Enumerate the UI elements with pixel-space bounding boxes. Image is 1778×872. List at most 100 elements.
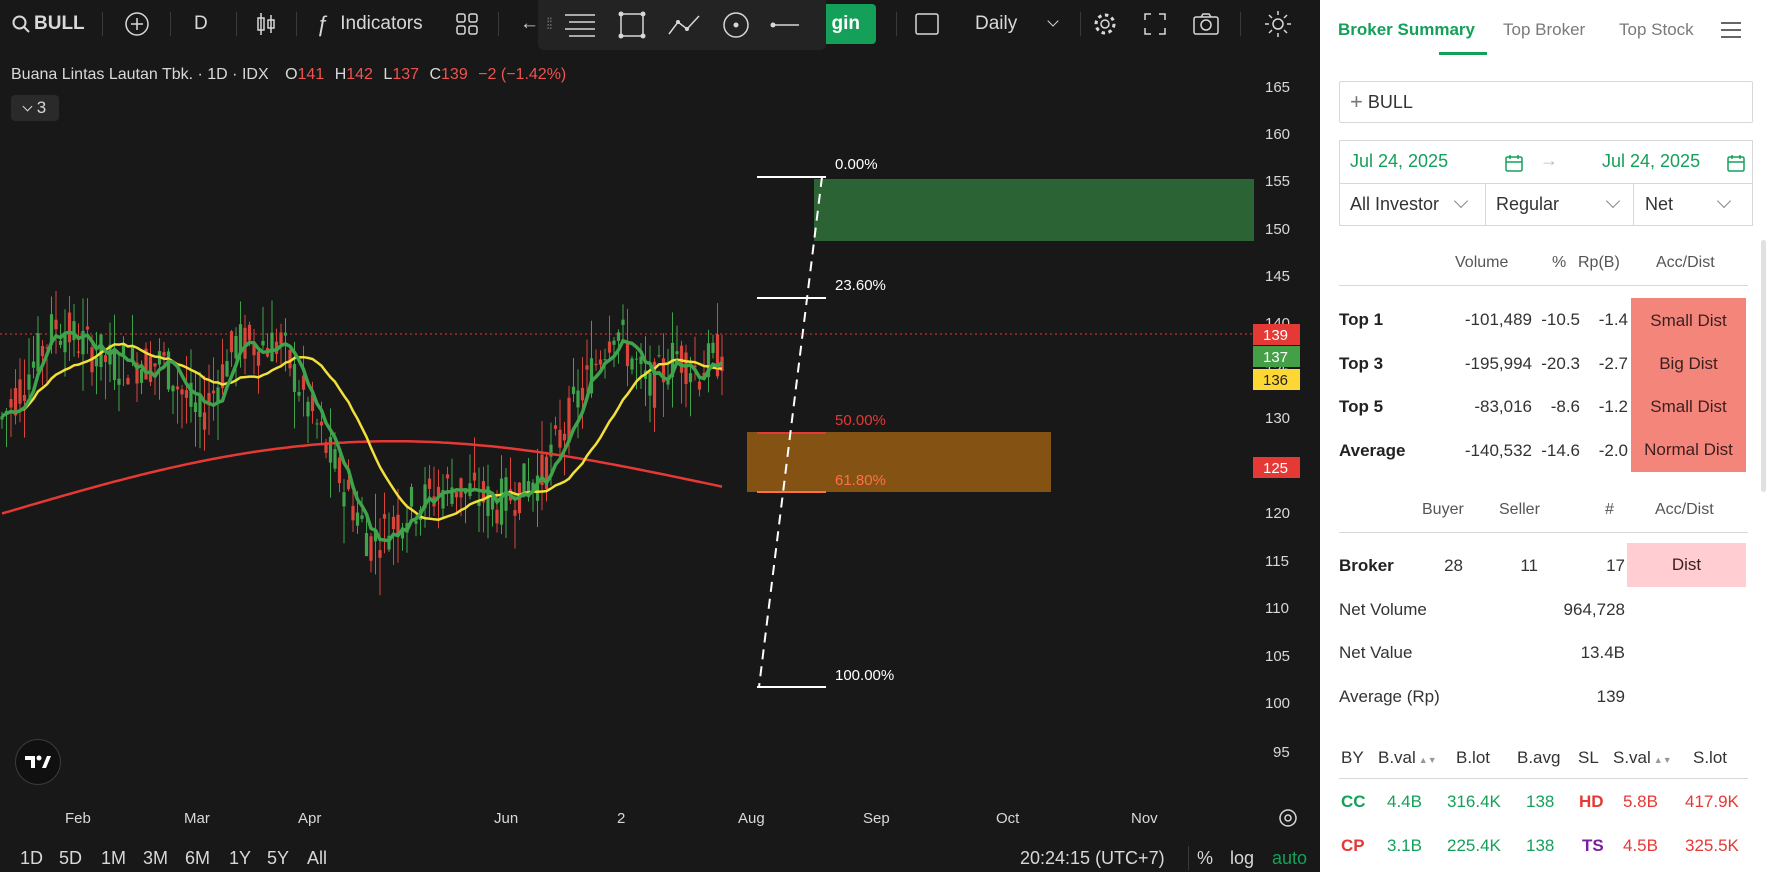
symbol-input[interactable]: + BULL	[1339, 81, 1753, 123]
net-value-value: 13.4B	[1580, 643, 1625, 662]
bottom-bar: 1D 5D 1M 3M 6M 1Y 5Y All 20:24:15 (UTC+7…	[0, 846, 1320, 872]
range-1y[interactable]: 1Y	[229, 848, 251, 869]
range-5d[interactable]: 5D	[59, 848, 82, 869]
divider	[1188, 846, 1189, 870]
col-header-sval[interactable]: S.val ▲▼	[1613, 748, 1672, 768]
tradingview-logo[interactable]	[15, 739, 61, 785]
fib-label-100: 100.00%	[835, 667, 894, 684]
col-header-rp: Rp(B)	[1578, 254, 1620, 271]
date-range-picker: Jul 24, 2025 → Jul 24, 2025	[1339, 140, 1753, 184]
buy-average: 138	[1526, 792, 1555, 811]
candle-body	[202, 412, 207, 430]
buyer-broker-code: CC	[1341, 792, 1366, 811]
candle-body	[558, 429, 562, 448]
col-header-seller: Seller	[1499, 501, 1540, 518]
divider	[1339, 285, 1748, 286]
candle-body	[603, 359, 607, 361]
candle-body	[355, 512, 360, 526]
candle-body	[454, 491, 459, 498]
price-tick: 165	[1265, 79, 1290, 96]
candle-body	[562, 433, 567, 441]
date-from[interactable]: Jul 24, 2025	[1350, 151, 1448, 172]
candle-body	[553, 425, 558, 429]
rp-value: -2.0	[1598, 441, 1628, 460]
price-badge-ma-short-label: 137	[1263, 349, 1288, 366]
candle-body	[360, 515, 364, 519]
date-to[interactable]: Jul 24, 2025	[1602, 151, 1700, 172]
candle-body	[9, 399, 13, 408]
calendar-icon[interactable]	[1504, 153, 1524, 173]
time-tick: Aug	[738, 810, 765, 827]
arrow-right-icon: →	[1540, 150, 1558, 170]
buyer-value: 28	[1444, 556, 1463, 575]
tab-broker-summary[interactable]: Broker Summary	[1338, 20, 1475, 40]
log-toggle[interactable]: log	[1230, 848, 1254, 869]
menu-icon[interactable]	[1721, 22, 1741, 38]
tab-top-broker[interactable]: Top Broker	[1503, 20, 1585, 40]
sort-icon: ▲▼	[1653, 755, 1672, 765]
chart-pane: BULL D ƒ Indicators ← gin Daily ⁞⁞ 0.00%…	[0, 0, 1320, 872]
mode-select[interactable]: Net	[1645, 184, 1673, 225]
market-select[interactable]: Regular	[1496, 184, 1559, 225]
legend-open: 141	[297, 66, 325, 83]
candle-body	[297, 391, 301, 396]
fib-zone-golden	[747, 432, 1051, 492]
price-axis[interactable]: 165 160 155 150 145 140 135 130 125 120 …	[1253, 79, 1300, 761]
candle-body	[697, 381, 702, 390]
range-6m[interactable]: 6M	[185, 848, 210, 869]
candle-body	[261, 340, 265, 346]
candle-body	[612, 340, 616, 345]
buy-average: 138	[1526, 836, 1555, 855]
fib-zone-top	[814, 179, 1254, 241]
candle-body	[22, 394, 27, 401]
divider	[1339, 778, 1748, 779]
time-tick: Mar	[184, 810, 210, 827]
indicators-toggle[interactable]: 3	[11, 95, 59, 121]
auto-toggle[interactable]: auto	[1272, 848, 1307, 869]
volume-value: -101,489	[1464, 310, 1532, 329]
col-header-count: #	[1605, 501, 1614, 518]
candle-body	[342, 492, 346, 507]
tab-top-stock[interactable]: Top Stock	[1619, 20, 1697, 40]
range-1m[interactable]: 1M	[101, 848, 126, 869]
candle-body	[337, 457, 342, 484]
col-header-buyer: Buyer	[1422, 501, 1464, 518]
candle-body	[495, 509, 499, 524]
percent-value: -14.6	[1541, 441, 1580, 460]
range-1d[interactable]: 1D	[20, 848, 43, 869]
candle-body	[58, 340, 63, 345]
percent-toggle[interactable]: %	[1197, 848, 1213, 869]
price-chart[interactable]: 0.00% 23.60% 50.00% 61.80% 100.00% 165 1…	[0, 0, 1320, 872]
legend-open-label: O	[285, 66, 298, 83]
col-header-volume: Volume	[1455, 254, 1509, 271]
candle-body	[180, 389, 184, 395]
time-tick: Sep	[863, 810, 890, 827]
net-volume-label: Net Volume	[1339, 600, 1427, 619]
col-header-bval[interactable]: B.val ▲▼	[1378, 748, 1437, 768]
time-tick: Oct	[996, 810, 1020, 827]
time-tick: 2	[617, 810, 625, 827]
candle-body	[391, 516, 396, 530]
calendar-icon[interactable]	[1726, 153, 1746, 173]
fibonacci-retracement[interactable]: 0.00% 23.60% 50.00% 61.80% 100.00%	[747, 156, 1254, 688]
range-3m[interactable]: 3M	[143, 848, 168, 869]
time-axis[interactable]: Feb Mar Apr Jun 2 Aug Sep Oct Nov	[65, 810, 1158, 827]
market-value: Regular	[1496, 194, 1560, 214]
price-tick: 150	[1265, 221, 1290, 238]
col-header-percent: %	[1552, 254, 1567, 271]
clock[interactable]: 20:24:15 (UTC+7)	[1020, 848, 1165, 869]
sell-lot: 325.5K	[1685, 836, 1739, 855]
chevron-down-icon	[1605, 193, 1621, 209]
investor-select[interactable]: All Investor	[1350, 184, 1439, 225]
candle-body	[328, 436, 333, 463]
candle-body	[279, 332, 283, 344]
range-all[interactable]: All	[307, 848, 327, 869]
axis-settings-icon[interactable]	[1279, 809, 1297, 827]
panel-scrollbar[interactable]	[1761, 240, 1766, 492]
candle-body	[634, 358, 639, 360]
candle-body	[247, 324, 252, 341]
range-5y[interactable]: 5Y	[267, 848, 289, 869]
mode-value: Net	[1645, 194, 1674, 214]
divider	[1633, 184, 1634, 225]
col-header-bavg: B.avg	[1517, 748, 1561, 767]
